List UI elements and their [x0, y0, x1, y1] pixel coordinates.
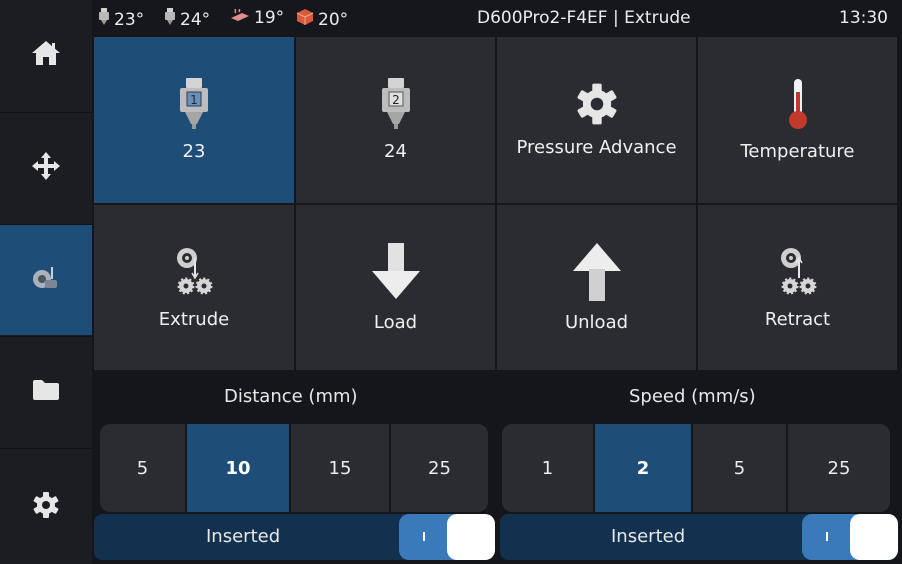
- nav-settings[interactable]: [0, 449, 92, 564]
- page-title: D600Pro2-F4EF | Extrude: [477, 8, 691, 28]
- speed-label: Speed (mm/s): [629, 386, 756, 407]
- nozzle-2-icon: [164, 8, 176, 31]
- speed-option-25[interactable]: 25: [788, 424, 890, 512]
- extrude-gears-icon: [173, 246, 215, 303]
- move-icon: [31, 151, 61, 185]
- extruder-1-icon: 1: [177, 78, 211, 135]
- pressure-advance-button[interactable]: Pressure Advance: [497, 37, 696, 203]
- toggle-knob: [850, 514, 898, 560]
- distance-option-10[interactable]: 10: [187, 424, 289, 512]
- nav-home[interactable]: [0, 0, 92, 110]
- filament-sensor-1-status: Inserted: [206, 526, 281, 547]
- bed-temp-value: 19°: [254, 8, 285, 28]
- chamber-temp[interactable]: 20°: [296, 8, 348, 31]
- nav-move[interactable]: [0, 113, 92, 223]
- extrude-button[interactable]: Extrude: [94, 205, 294, 370]
- speed-option-2[interactable]: 2: [595, 424, 691, 512]
- svg-text:1: 1: [190, 93, 198, 107]
- temperature-button[interactable]: Temperature: [698, 37, 897, 203]
- thermometer-icon: [787, 78, 809, 135]
- folder-icon: [31, 378, 61, 406]
- speed-option-5[interactable]: 5: [693, 424, 786, 512]
- status-bar: 23° 24° 19° 20° D600Pro2-F4EF | Extrude …: [92, 0, 902, 36]
- pressure-advance-label: Pressure Advance: [516, 137, 677, 158]
- arrow-down-icon: [371, 242, 420, 306]
- toggle-on-mark: [423, 532, 425, 541]
- chamber-temp-value: 20°: [318, 9, 349, 30]
- distance-option-15[interactable]: 15: [291, 424, 389, 512]
- nozzle-2-temp-value: 24°: [180, 9, 211, 30]
- distance-label: Distance (mm): [224, 386, 358, 407]
- gear-icon: [575, 82, 619, 131]
- retract-gears-icon: [777, 246, 819, 303]
- toggle-on-mark: [826, 532, 828, 541]
- unload-button[interactable]: Unload: [497, 205, 696, 370]
- distance-option-5[interactable]: 5: [100, 424, 185, 512]
- unload-label: Unload: [564, 311, 629, 333]
- nozzle-1-temp-value: 23°: [114, 9, 145, 30]
- extruder-2-button[interactable]: 2 24: [296, 37, 495, 203]
- svg-text:2: 2: [392, 93, 400, 107]
- bed-temp[interactable]: 19°: [230, 7, 285, 28]
- clock: 13:30: [839, 8, 888, 28]
- screen: 23° 24° 19° 20° D600Pro2-F4EF | Extrude …: [0, 0, 902, 564]
- distance-option-25[interactable]: 25: [391, 424, 488, 512]
- retract-label: Retract: [764, 308, 831, 330]
- load-label: Load: [373, 311, 418, 333]
- home-icon: [30, 38, 62, 72]
- nav-extrude[interactable]: [0, 225, 92, 335]
- extruder-2-label: 24: [384, 141, 407, 162]
- extruder-1-button[interactable]: 1 23: [94, 37, 294, 203]
- nozzle-1-icon: [98, 8, 110, 31]
- temperature-label: Temperature: [740, 141, 855, 162]
- filament-sensor-2-toggle[interactable]: [802, 514, 898, 560]
- arrow-up-icon: [572, 242, 621, 306]
- gear-icon: [32, 491, 60, 523]
- nav-files[interactable]: [0, 337, 92, 447]
- extrude-label: Extrude: [158, 308, 230, 330]
- extruder-1-label: 23: [182, 141, 206, 162]
- nozzle-1-temp[interactable]: 23°: [98, 8, 144, 31]
- extrude-icon: [31, 265, 61, 295]
- sidebar: [0, 0, 92, 564]
- filament-sensor-1-toggle[interactable]: [399, 514, 495, 560]
- chamber-icon: [296, 8, 314, 31]
- nozzle-2-temp[interactable]: 24°: [164, 8, 210, 31]
- toggle-knob: [447, 514, 495, 560]
- extruder-2-icon: 2: [379, 78, 413, 135]
- filament-sensor-2-status: Inserted: [611, 526, 686, 547]
- load-button[interactable]: Load: [296, 205, 495, 370]
- retract-button[interactable]: Retract: [698, 205, 897, 370]
- speed-option-1[interactable]: 1: [502, 424, 593, 512]
- heated-bed-icon: [230, 7, 250, 28]
